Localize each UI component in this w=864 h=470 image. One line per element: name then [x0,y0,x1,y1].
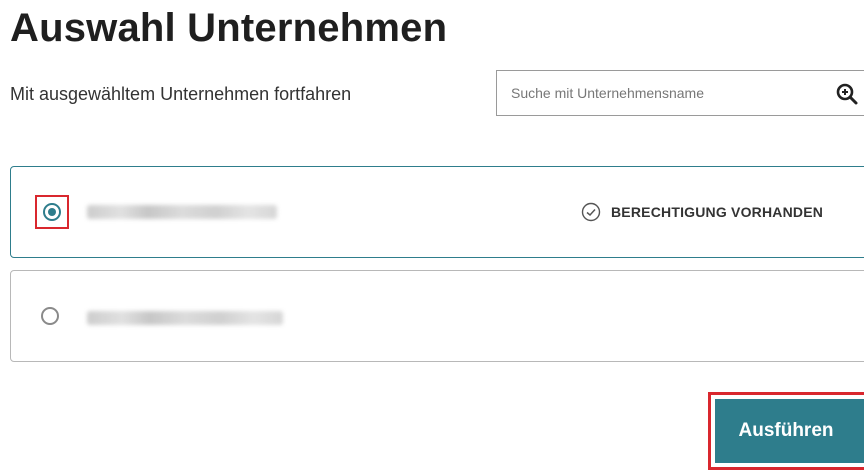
check-circle-icon [581,202,601,222]
radio-wrapper[interactable] [35,301,69,335]
page-title: Auswahl Unternehmen [10,6,448,50]
execute-button[interactable]: Ausführen [715,399,864,463]
execute-button-highlight[interactable]: Ausführen [708,392,864,470]
company-option-1[interactable]: BERECHTIGUNG VORHANDEN [10,166,864,258]
search-input[interactable] [511,81,811,105]
permission-label: BERECHTIGUNG VORHANDEN [611,204,824,220]
search-box [496,70,864,116]
radio-highlight[interactable] [35,195,69,229]
page-subtitle: Mit ausgewähltem Unternehmen fortfahren [10,84,352,104]
permission-status: BERECHTIGUNG VORHANDEN [581,201,823,223]
company-radio-1[interactable] [43,203,61,221]
company-radio-2[interactable] [41,307,59,325]
company-name-redacted [87,205,277,219]
search-icon[interactable] [835,82,859,106]
company-name-redacted [87,311,283,325]
company-option-2[interactable] [10,270,864,362]
